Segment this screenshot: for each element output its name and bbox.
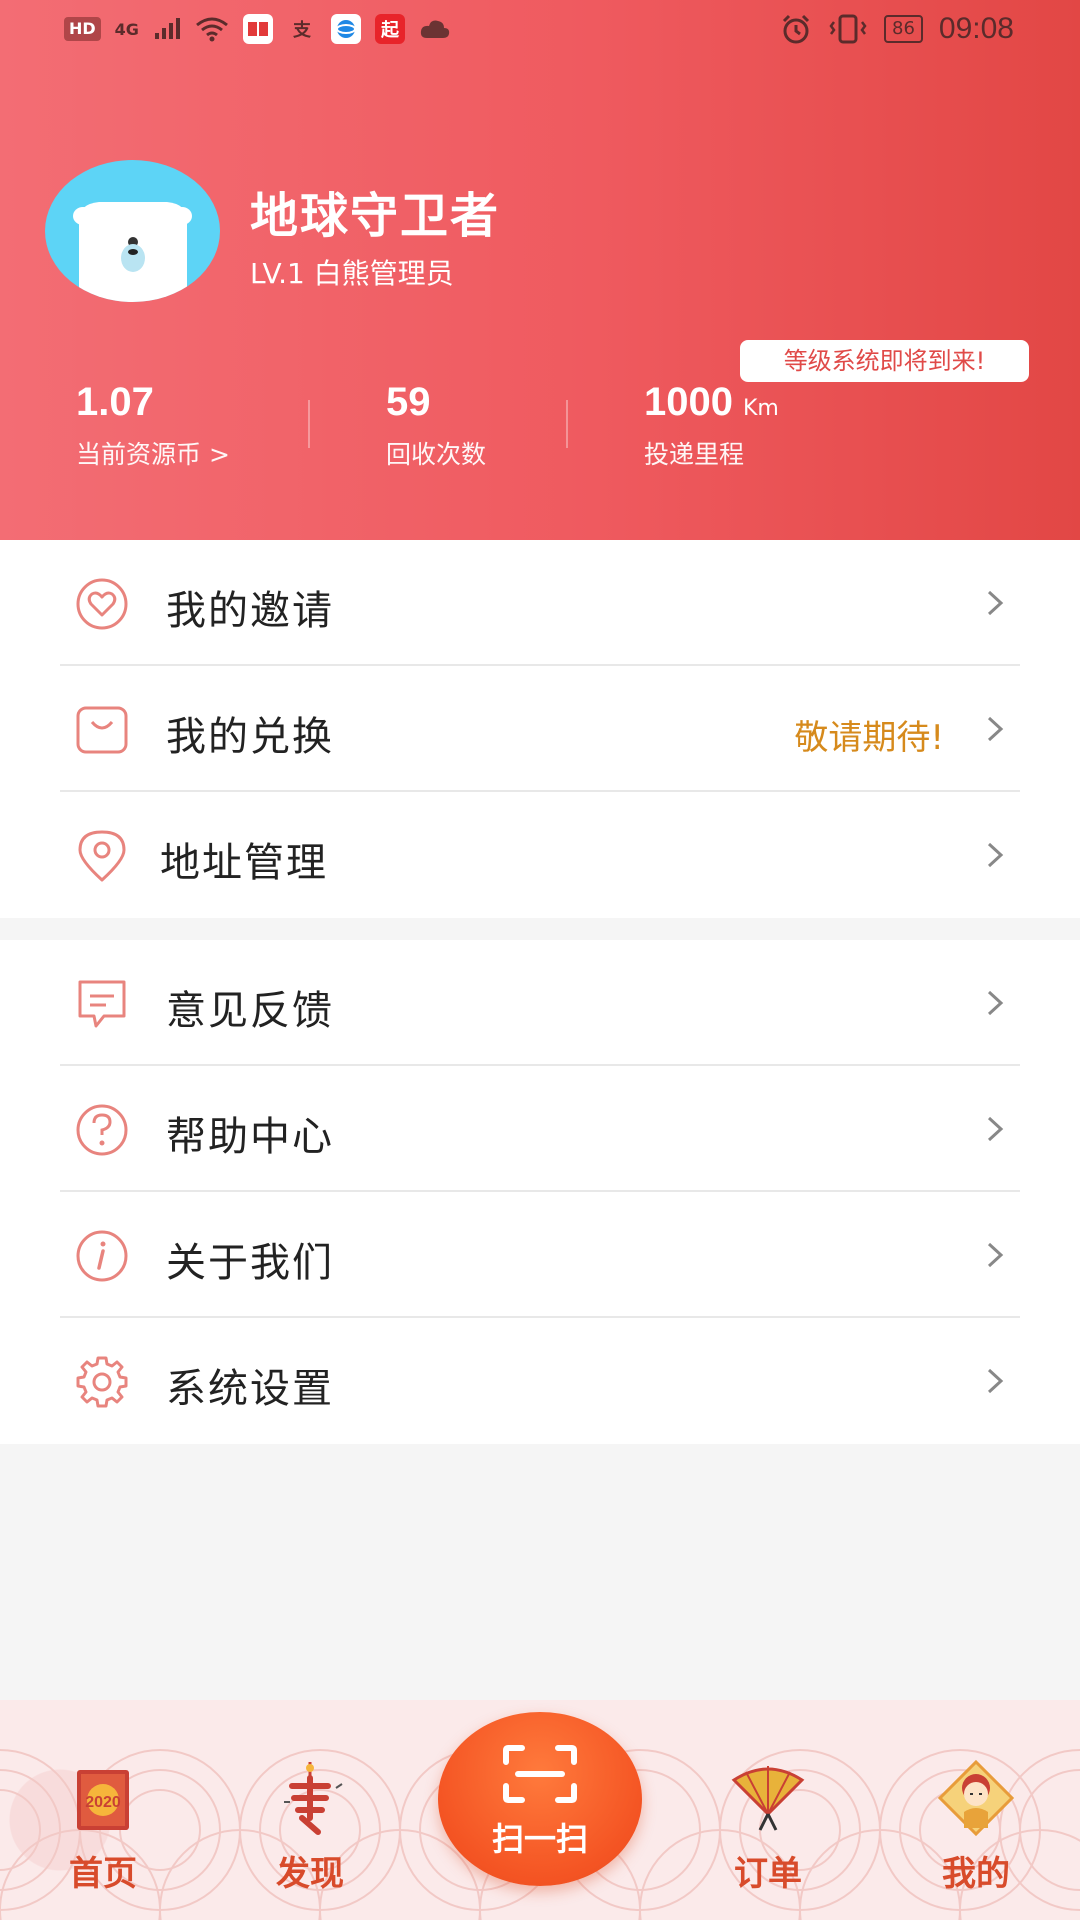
stat-value: 1000 [644,380,733,424]
alipay-icon: 支 [292,20,311,41]
stat-label: 回收次数 [386,440,487,469]
polar-bear-icon [73,202,192,302]
clock: 09:08 [938,12,1014,45]
book-icon [242,14,273,44]
stat-unit: Km [742,396,779,421]
calendar-2020-icon: 2020 [77,1770,129,1830]
username: 地球守卫者 [250,188,501,244]
menu-label: 我的兑换 [166,714,334,760]
network-indicator: 4G [114,19,139,39]
hd-indicator: HD [64,17,101,41]
stat-value: 1.07 [76,380,154,424]
fan-icon [731,1766,805,1831]
menu-label: 关于我们 [166,1240,334,1286]
menu-item-feedback[interactable]: 意见反馈 [0,940,1080,1066]
stat-divider [566,400,568,448]
menu-item-settings[interactable]: 系统设置 [0,1318,1080,1444]
chevron-right-icon [987,1116,1004,1142]
stat-label: 投递里程 [644,440,745,469]
location-pin-icon [78,830,126,882]
menu-label: 地址管理 [160,840,328,886]
alarm-icon [782,14,810,44]
scan-label: 扫一扫 [491,1820,588,1858]
status-bar: HD 4G 支 起 86 09:08 [0,0,1080,64]
stat-recycle-count: 59 回收次数 [386,380,486,471]
heart-icon [76,578,128,630]
menu-item-address[interactable]: 地址管理 [0,792,1080,918]
nav-label: 首页 [69,1854,137,1894]
chevron-right-icon [987,990,1004,1016]
nav-label: 我的 [942,1854,1010,1894]
vibrate-icon [829,14,867,44]
profile-header: HD 4G 支 起 86 09:08 地球守卫者 LV.1 白熊管理员 等级系统… [0,0,1080,540]
menu-item-about[interactable]: 关于我们 [0,1192,1080,1318]
user-level: LV.1 白熊管理员 [250,257,454,290]
chevron-right-icon [987,1368,1004,1394]
svg-text:2020: 2020 [85,1794,121,1811]
menu-label: 系统设置 [166,1366,334,1412]
signal-icon [154,18,180,39]
bag-icon [76,706,128,754]
nav-mine[interactable]: 我的 [906,1758,1046,1895]
menu-item-help[interactable]: 帮助中心 [0,1066,1080,1192]
menu-label: 意见反馈 [166,988,334,1034]
coming-soon-text: 敬请期待! [794,718,944,758]
bottom-nav: 2020 首页 发现 扫一扫 订单 我的 [0,1700,1080,1920]
info-icon [76,1230,128,1282]
battery-indicator: 86 [884,15,923,43]
scan-button[interactable]: 扫一扫 [438,1712,642,1886]
nav-discover[interactable]: 发现 [240,1758,380,1895]
stat-delivery-distance: 1000 Km 投递里程 [644,380,779,471]
chevron-right-icon [987,716,1004,742]
message-icon [78,980,126,1028]
qidian-icon: 起 [374,14,405,44]
spring-charm-icon [284,1762,343,1835]
nav-label: 订单 [734,1854,802,1894]
browser-icon [330,14,361,44]
chevron-right-icon [987,1242,1004,1268]
menu-group-account: 我的邀请 我的兑换 敬请期待! 地址管理 [0,540,1080,918]
chevron-right-icon [987,590,1004,616]
stat-value: 59 [386,380,431,424]
menu-label: 我的邀请 [166,588,334,634]
wifi-icon [196,17,228,42]
chevron-right-icon [987,842,1004,868]
stat-divider [308,400,310,448]
avatar[interactable] [45,160,220,302]
gear-icon [76,1356,128,1408]
lucky-child-icon [937,1759,1015,1837]
question-icon [76,1104,128,1156]
menu-item-exchange[interactable]: 我的兑换 敬请期待! [0,666,1080,792]
stat-label: 当前资源币 > [76,440,230,469]
cloud-icon [420,20,450,38]
nav-orders[interactable]: 订单 [698,1758,838,1895]
menu-item-invitations[interactable]: 我的邀请 [0,540,1080,666]
nav-home[interactable]: 2020 首页 [33,1758,173,1895]
stat-coins[interactable]: 1.07 当前资源币 > [76,380,230,471]
menu-group-support: 意见反馈 帮助中心 关于我们 系统设置 [0,940,1080,1444]
scan-icon [503,1745,577,1803]
nav-label: 发现 [276,1854,344,1894]
level-notice-badge: 等级系统即将到来! [740,340,1029,382]
menu-label: 帮助中心 [166,1114,334,1160]
